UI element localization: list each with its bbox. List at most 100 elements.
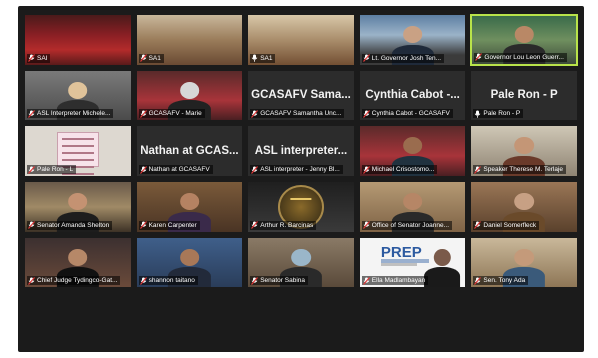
participant-name-label: GCASAFV Samantha Unc... (250, 109, 345, 119)
participant-tile[interactable]: Sen. Tony Ada (470, 236, 578, 289)
participant-name-label: Senator Amanda Shelton (27, 220, 113, 230)
mic-muted-icon (475, 53, 483, 62)
mic-muted-icon (28, 54, 35, 63)
participant-name: Cynthia Cabot - GCASAFV (371, 110, 450, 118)
participant-tile[interactable]: shannon taitano (135, 236, 244, 289)
participant-name-label: ASL Interpreter Michele... (27, 109, 114, 119)
participant-name-label: Ella Madlambayan (361, 276, 429, 286)
participant-name: GCASAFV - Marie (148, 110, 202, 118)
mic-muted-icon (139, 221, 147, 230)
participant-name-label: SA1 (138, 53, 164, 63)
participant-name: SAI (37, 54, 48, 62)
participant-name: Michael Crisostomo... (371, 166, 435, 173)
mic-muted-icon (362, 165, 370, 174)
participant-name-label: Lt. Governor Josh Ten... (361, 53, 445, 63)
participant-name-label: shannon taitano (138, 276, 198, 286)
logo-subtitle-bar (380, 258, 430, 263)
participant-video (424, 248, 461, 288)
participant-name: Speaker Therese M. Terlaje (483, 166, 563, 173)
participant-name: Chief Judge Tydingco-Gat... (37, 277, 118, 285)
participant-name: Karen Carpenter (148, 221, 197, 229)
participant-tile[interactable]: Office of Senator Joanne... (358, 181, 467, 233)
participant-name: Senator Sabina (260, 277, 305, 285)
participant-name-label: Arthur R. Barcinas (250, 220, 317, 230)
mic-muted-icon (251, 221, 259, 230)
participant-tile[interactable]: Pale Ron - P Pale Ron - P (470, 69, 578, 122)
participant-name: Office of Senator Joanne... (371, 221, 450, 229)
mic-muted-icon (28, 109, 35, 118)
participant-name-label: SAI (27, 53, 51, 63)
mic-muted-icon (28, 221, 35, 230)
participant-name-label: Sen. Tony Ada (473, 276, 529, 286)
participant-tile[interactable]: Senator Amanda Shelton (24, 181, 132, 233)
participant-tile[interactable]: Michael Crisostomo... (358, 125, 467, 177)
mic-muted-icon (362, 109, 370, 118)
participant-name-label: Nathan at GCASAFV (138, 165, 213, 174)
shared-document-image (56, 132, 99, 176)
participant-tile[interactable]: Nathan at GCAS... Nathan at GCASAFV (135, 125, 244, 177)
participant-tile[interactable]: Chief Judge Tydingco-Gat... (24, 236, 132, 289)
mic-muted-icon (28, 165, 35, 174)
participant-name: Pale Ron - P (483, 110, 521, 118)
participant-name-label: GCASAFV - Marie (138, 109, 205, 119)
participant-name-label: Office of Senator Joanne... (361, 220, 453, 230)
participant-tile[interactable]: SA1 (135, 14, 244, 66)
mic-muted-icon (251, 109, 259, 118)
participant-name: Pale Ron - L (37, 166, 74, 173)
participant-name-display: Pale Ron - P (490, 89, 558, 102)
participant-name-display: ASL interpreter... (254, 145, 348, 158)
participant-name: Daniel Somerfleck (483, 221, 537, 229)
mic-muted-icon (251, 276, 259, 285)
participant-name-label: Cynthia Cabot - GCASAFV (361, 109, 453, 119)
participant-name: ASL Interpreter Michele... (37, 110, 111, 118)
participant-tile[interactable]: PREP Ella Madlambayan (358, 236, 467, 289)
participant-tile[interactable]: Governor Lou Leon Guerr... (470, 14, 578, 66)
mic-muted-icon (139, 54, 147, 63)
mic-icon (251, 54, 258, 62)
mic-muted-icon (139, 165, 147, 174)
participant-tile[interactable]: Senator Sabina (247, 236, 355, 289)
participant-name: ASL interpreter - Jenny Bl... (260, 166, 340, 173)
participant-tile[interactable]: Daniel Somerfleck (470, 181, 578, 233)
participant-name: Governor Lou Leon Guerr... (484, 53, 564, 61)
mic-muted-icon (474, 165, 482, 174)
participant-name: SA1 (260, 54, 273, 62)
participant-name-label: Pale Ron - P (473, 109, 524, 119)
participant-tile[interactable]: SAI (24, 14, 132, 66)
participant-tile[interactable]: GCASAFV Sama... GCASAFV Samantha Unc... (247, 69, 355, 122)
mic-muted-icon (362, 276, 370, 285)
participant-grid: SAI SA1 SA1 Lt. Governor Josh Ten... Governo… (24, 14, 578, 344)
participant-tile[interactable]: Cynthia Cabot -... Cynthia Cabot - GCASAF… (358, 69, 467, 122)
participant-tile[interactable]: Karen Carpenter (135, 181, 244, 233)
mic-muted-icon (251, 165, 259, 174)
participant-name-label: Senator Sabina (250, 276, 308, 286)
participant-tile[interactable]: Lt. Governor Josh Ten... (358, 14, 467, 66)
logo-subtitle-bar (380, 263, 417, 267)
participant-name-display: Cynthia Cabot -... (365, 89, 460, 102)
participant-tile[interactable]: SA1 (247, 14, 355, 66)
participant-tile[interactable]: Speaker Therese M. Terlaje (470, 125, 578, 177)
meeting-window: SAI SA1 SA1 Lt. Governor Josh Ten... Governo… (18, 6, 584, 352)
participant-name: Arthur R. Barcinas (260, 221, 314, 229)
mic-muted-icon (28, 276, 35, 285)
participant-name-display: GCASAFV Sama... (251, 89, 351, 102)
participant-name-label: Governor Lou Leon Guerr... (474, 52, 567, 62)
participant-name: GCASAFV Samantha Unc... (260, 110, 342, 118)
participant-name-label: Daniel Somerfleck (473, 220, 540, 230)
participant-name: shannon taitano (148, 277, 195, 285)
participant-name-label: Pale Ron - L (27, 165, 77, 174)
participant-name: Nathan at GCASAFV (148, 166, 210, 173)
mic-muted-icon (474, 276, 482, 285)
participant-name: Ella Madlambayan (371, 277, 426, 285)
mic-muted-icon (362, 54, 370, 63)
mic-muted-icon (139, 276, 147, 285)
participant-tile[interactable]: Pale Ron - L (24, 125, 132, 177)
participant-name: Senator Amanda Shelton (37, 221, 110, 229)
participant-name-label: SA1 (250, 53, 276, 63)
mic-muted-icon (139, 109, 147, 118)
participant-tile[interactable]: GCASAFV - Marie (135, 69, 244, 122)
participant-name-label: Karen Carpenter (138, 220, 200, 230)
participant-tile[interactable]: Arthur R. Barcinas (247, 181, 355, 233)
participant-tile[interactable]: ASL Interpreter Michele... (24, 69, 132, 122)
participant-tile[interactable]: ASL interpreter... ASL interpreter - Jenn… (247, 125, 355, 177)
